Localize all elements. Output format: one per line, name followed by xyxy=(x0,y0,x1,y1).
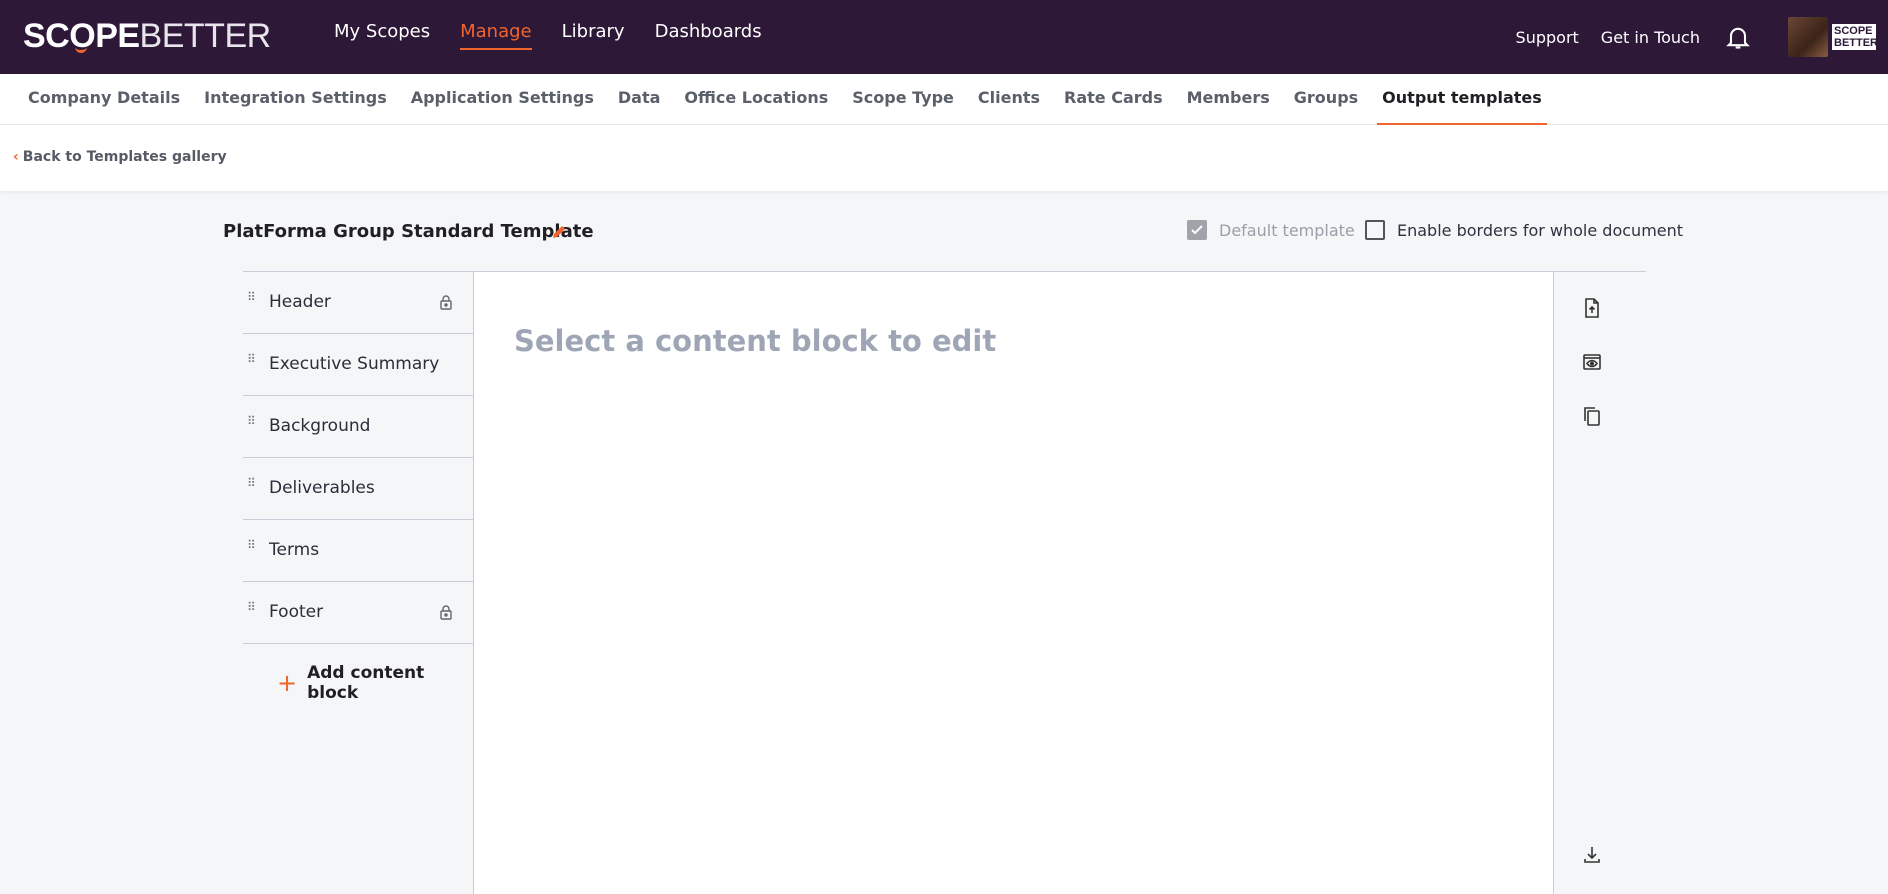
back-bar: ‹ Back to Templates gallery xyxy=(0,125,1888,191)
manage-subnav: Company Details Integration Settings App… xyxy=(0,74,1888,125)
edit-pencil-icon[interactable] xyxy=(551,224,567,240)
block-label: Footer xyxy=(269,602,324,622)
content-block-executive-summary[interactable]: ⠿ Executive Summary xyxy=(243,334,473,396)
main-nav: My Scopes Manage Library Dashboards xyxy=(334,21,762,50)
tab-members[interactable]: Members xyxy=(1187,74,1270,125)
user-avatar[interactable] xyxy=(1788,17,1828,57)
enable-borders-checkbox[interactable] xyxy=(1365,220,1385,240)
chevron-left-icon: ‹ xyxy=(13,149,19,165)
template-editor: ⠿ Header ⠿ Executive Summary ⠿ Backgroun… xyxy=(243,271,1646,894)
file-upload-icon[interactable] xyxy=(1580,296,1604,320)
company-logo: SCOPE BETTER xyxy=(1832,24,1876,50)
content-block-footer[interactable]: ⠿ Footer xyxy=(243,582,473,644)
checkmark-icon xyxy=(1191,225,1203,235)
editor-toolbar xyxy=(1554,272,1626,894)
tab-company-details[interactable]: Company Details xyxy=(28,74,180,125)
back-to-gallery-link[interactable]: ‹ Back to Templates gallery xyxy=(13,149,227,165)
tab-application-settings[interactable]: Application Settings xyxy=(411,74,594,125)
nav-library[interactable]: Library xyxy=(562,21,625,50)
enable-borders-label[interactable]: Enable borders for whole document xyxy=(1397,221,1683,240)
drag-handle-icon[interactable]: ⠿ xyxy=(247,539,257,551)
block-label: Header xyxy=(269,292,331,312)
header-right: Support Get in Touch SCOPE BETTER xyxy=(1516,0,1888,74)
get-in-touch-link[interactable]: Get in Touch xyxy=(1601,28,1700,47)
add-content-block-button[interactable]: + Add content block xyxy=(277,663,473,703)
bell-icon[interactable] xyxy=(1724,23,1752,51)
content-block-deliverables[interactable]: ⠿ Deliverables xyxy=(243,458,473,520)
drag-handle-icon[interactable]: ⠿ xyxy=(247,353,257,365)
plus-icon: + xyxy=(277,669,298,697)
drag-handle-icon[interactable]: ⠿ xyxy=(247,601,257,613)
editor-canvas[interactable]: Select a content block to edit xyxy=(473,272,1554,894)
drag-handle-icon[interactable]: ⠿ xyxy=(247,477,257,489)
default-template-label: Default template xyxy=(1219,220,1355,240)
tab-rate-cards[interactable]: Rate Cards xyxy=(1064,74,1163,125)
content-block-terms[interactable]: ⠿ Terms xyxy=(243,520,473,582)
drag-handle-icon[interactable]: ⠿ xyxy=(247,291,257,303)
empty-state-hint: Select a content block to edit xyxy=(514,324,997,358)
tab-office-locations[interactable]: Office Locations xyxy=(684,74,828,125)
add-content-block-label: Add content block xyxy=(307,663,425,703)
content-block-list: ⠿ Header ⠿ Executive Summary ⠿ Backgroun… xyxy=(243,272,473,703)
content-block-header[interactable]: ⠿ Header xyxy=(243,272,473,334)
content-block-background[interactable]: ⠿ Background xyxy=(243,396,473,458)
nav-dashboards[interactable]: Dashboards xyxy=(655,21,762,50)
lock-icon xyxy=(440,605,452,620)
lock-icon xyxy=(440,295,452,310)
copy-icon[interactable] xyxy=(1580,404,1604,428)
nav-manage[interactable]: Manage xyxy=(460,21,532,50)
block-label: Deliverables xyxy=(269,478,375,498)
top-navigation-bar: SCOPEBETTER My Scopes Manage Library Das… xyxy=(0,0,1888,74)
nav-my-scopes[interactable]: My Scopes xyxy=(334,21,430,50)
tab-clients[interactable]: Clients xyxy=(978,74,1040,125)
divider xyxy=(1626,271,1646,272)
tab-scope-type[interactable]: Scope Type xyxy=(852,74,954,125)
default-template-option: Default template xyxy=(1187,220,1355,240)
template-title: PlatForma Group Standard Template xyxy=(223,221,594,242)
block-label: Terms xyxy=(269,540,320,560)
tab-output-templates[interactable]: Output templates xyxy=(1377,74,1547,125)
preview-eye-icon[interactable] xyxy=(1580,350,1604,374)
block-label: Background xyxy=(269,416,371,436)
scopebetter-logo[interactable]: SCOPEBETTER xyxy=(23,18,271,54)
download-icon[interactable] xyxy=(1580,843,1604,867)
support-link[interactable]: Support xyxy=(1516,28,1579,47)
block-label: Executive Summary xyxy=(269,354,440,374)
tab-integration-settings[interactable]: Integration Settings xyxy=(204,74,387,125)
drag-handle-icon[interactable]: ⠿ xyxy=(247,415,257,427)
tab-groups[interactable]: Groups xyxy=(1294,74,1358,125)
tab-data[interactable]: Data xyxy=(618,74,661,125)
default-template-checkbox xyxy=(1187,220,1207,240)
enable-borders-option[interactable]: Enable borders for whole document xyxy=(1365,220,1683,240)
